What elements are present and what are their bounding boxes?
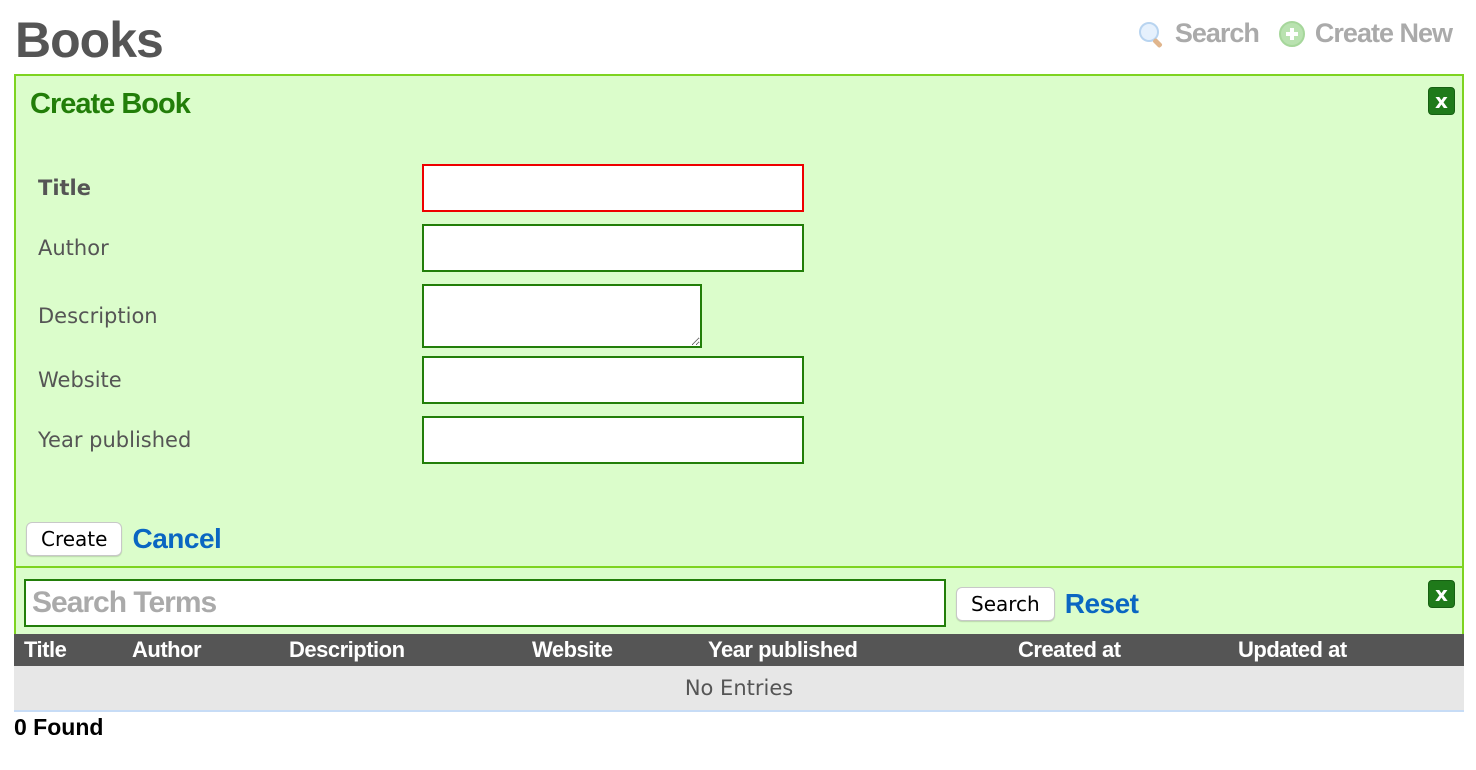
form-row-author: Author (38, 224, 804, 272)
description-label: Description (38, 304, 158, 328)
title-label: Title (38, 176, 92, 200)
author-input[interactable] (422, 224, 804, 272)
table-header-row: Title Author Description Website Year pu… (14, 634, 1464, 666)
create-book-title: Create Book (30, 88, 191, 120)
website-input[interactable] (422, 356, 804, 404)
close-icon: x (1435, 582, 1448, 606)
column-header-updated-at[interactable]: Updated at (1228, 634, 1464, 666)
search-actions: Search Reset (956, 587, 1139, 621)
create-button[interactable]: Create (26, 522, 123, 556)
no-entries-message: No Entries (14, 666, 1464, 712)
column-header-year-published[interactable]: Year published (698, 634, 1008, 666)
search-link-label: Search (1174, 18, 1260, 48)
website-label: Website (38, 368, 122, 392)
title-input[interactable] (422, 164, 804, 212)
year-published-label: Year published (38, 428, 192, 452)
author-label: Author (38, 236, 109, 260)
column-header-author[interactable]: Author (122, 634, 279, 666)
close-icon: x (1435, 89, 1448, 113)
form-row-description: Description (38, 284, 702, 348)
plus-circle-icon (1278, 20, 1305, 47)
column-header-website[interactable]: Website (522, 634, 698, 666)
cancel-link[interactable]: Cancel (132, 523, 221, 555)
description-textarea[interactable] (422, 284, 702, 348)
create-form-actions: Create Cancel (26, 522, 222, 556)
close-create-panel-button[interactable]: x (1428, 87, 1455, 115)
form-row-title: Title (38, 164, 804, 212)
close-search-panel-button[interactable]: x (1428, 580, 1455, 608)
create-book-panel: Create Book x Title Author Description W… (14, 74, 1464, 570)
column-header-description[interactable]: Description (279, 634, 522, 666)
search-terms-input[interactable] (24, 579, 946, 627)
empty-row: No Entries (14, 666, 1464, 712)
page-title: Books (15, 12, 164, 68)
top-actions: Search Create New (1137, 18, 1453, 49)
results-count: 0 Found (14, 714, 104, 740)
form-row-year-published: Year published (38, 416, 804, 464)
column-header-title[interactable]: Title (14, 634, 122, 666)
books-table: Title Author Description Website Year pu… (14, 634, 1464, 712)
search-link[interactable]: Search (1137, 18, 1260, 49)
search-button[interactable]: Search (956, 587, 1055, 621)
form-row-website: Website (38, 356, 804, 404)
create-new-link[interactable]: Create New (1278, 18, 1453, 49)
column-header-created-at[interactable]: Created at (1008, 634, 1228, 666)
create-new-link-label: Create New (1314, 18, 1453, 48)
search-panel: Search Reset x (14, 566, 1464, 634)
magnifier-icon (1137, 20, 1165, 48)
year-published-input[interactable] (422, 416, 804, 464)
reset-link[interactable]: Reset (1065, 588, 1139, 620)
